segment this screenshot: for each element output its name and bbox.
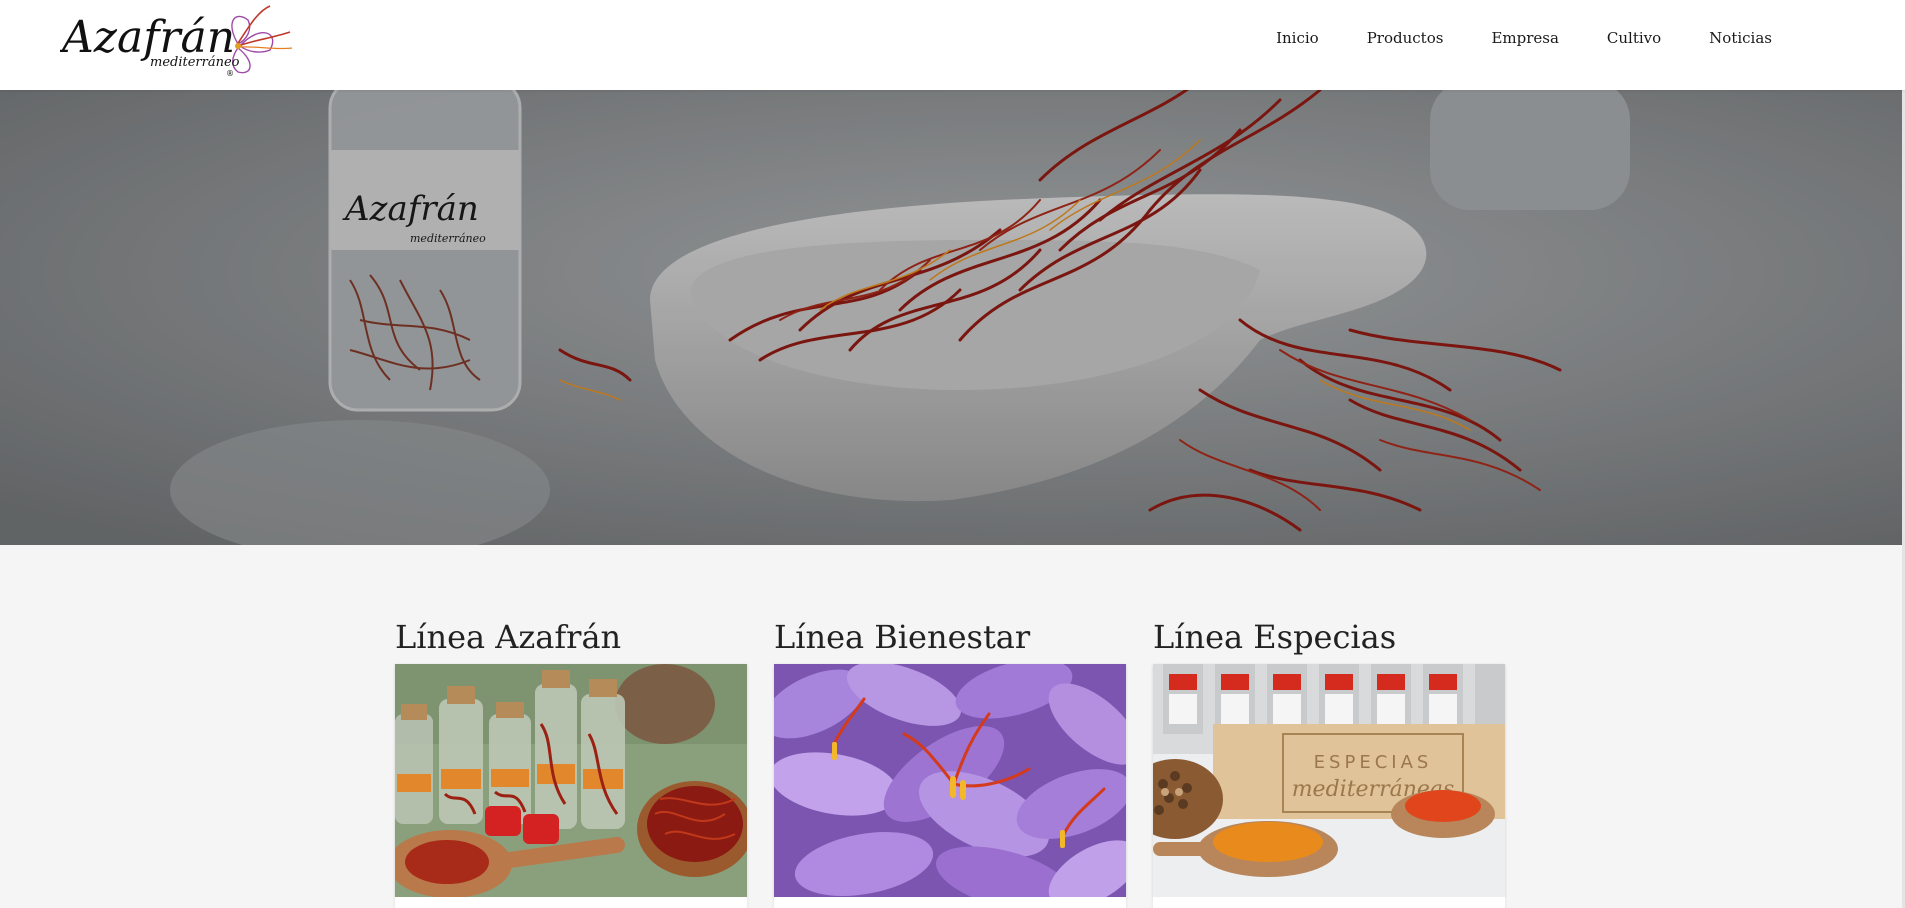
- hero-saffron-photo: Azafrán mediterráneo: [0, 90, 1905, 545]
- line-card-azafran[interactable]: Línea Azafrán: [395, 614, 747, 908]
- nav-inicio[interactable]: Inicio: [1276, 29, 1319, 47]
- nav-cultivo[interactable]: Cultivo: [1607, 29, 1661, 47]
- saffron-flower-logo-icon: Azafrán mediterráneo ®: [60, 5, 293, 78]
- line-title-especias[interactable]: Línea Especias: [1153, 614, 1505, 664]
- line-title-azafran[interactable]: Línea Azafrán: [395, 614, 747, 664]
- nav-productos[interactable]: Productos: [1367, 29, 1444, 47]
- svg-text:ESPECIAS: ESPECIAS: [1314, 752, 1433, 773]
- site-header: Azafrán mediterráneo ® Inicio Productos …: [0, 0, 1905, 90]
- line-card-especias[interactable]: Línea Especias ESPECIAS mediterráneas: [1153, 614, 1505, 908]
- nav-empresa[interactable]: Empresa: [1491, 29, 1558, 47]
- svg-text:mediterráneo: mediterráneo: [150, 55, 240, 70]
- hero-banner: Azafrán mediterráneo: [0, 90, 1905, 545]
- spice-jars-photo-icon: ESPECIAS mediterráneas: [1153, 664, 1505, 897]
- line-image-especias[interactable]: ESPECIAS mediterráneas: [1153, 664, 1505, 897]
- line-image-azafran[interactable]: [395, 664, 747, 897]
- svg-text:®: ®: [226, 69, 234, 78]
- line-title-bienestar[interactable]: Línea Bienestar: [774, 614, 1126, 664]
- line-image-bienestar[interactable]: [774, 664, 1126, 897]
- line-card-footer-bienestar: [774, 897, 1126, 908]
- line-card-bienestar[interactable]: Línea Bienestar: [774, 614, 1126, 908]
- logo-flower: [231, 5, 293, 74]
- crocus-flowers-photo-icon: [774, 664, 1126, 897]
- brand-logo[interactable]: Azafrán mediterráneo ®: [60, 2, 300, 80]
- line-card-footer-especias: [1153, 897, 1505, 908]
- nav-noticias[interactable]: Noticias: [1709, 29, 1772, 47]
- saffron-jars-photo-icon: [395, 664, 747, 897]
- line-card-footer-azafran: [395, 897, 747, 908]
- main-nav: Inicio Productos Empresa Cultivo Noticia…: [1228, 0, 1772, 75]
